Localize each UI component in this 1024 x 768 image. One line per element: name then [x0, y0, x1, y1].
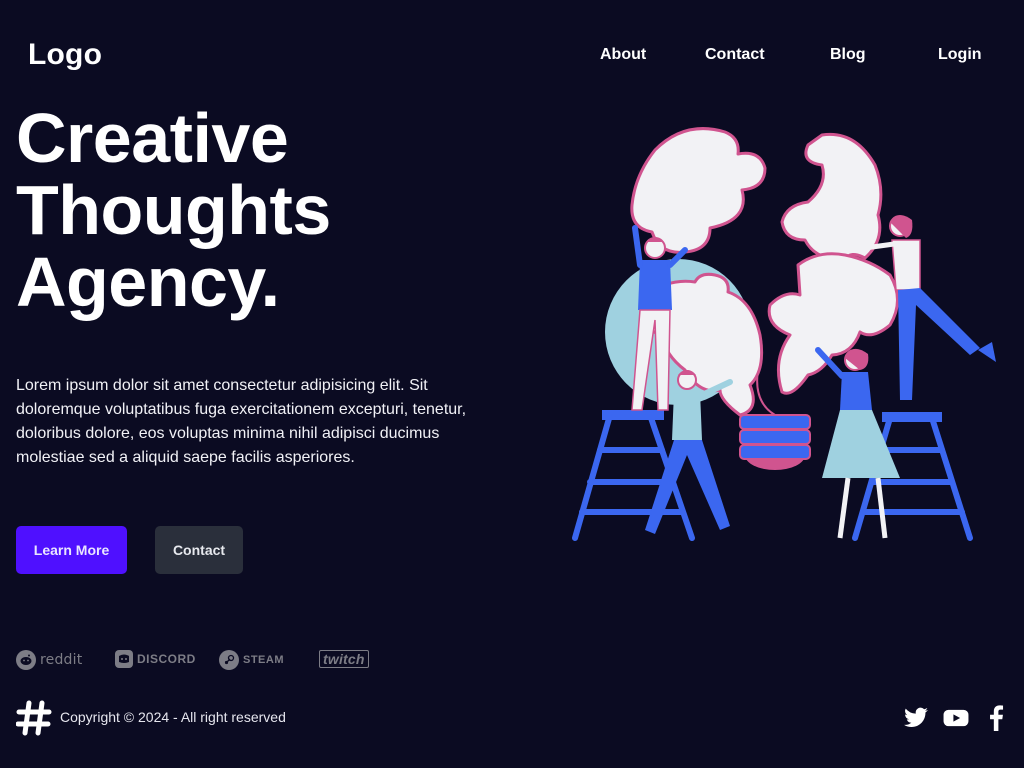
steam-icon	[219, 650, 239, 670]
nav-about[interactable]: About	[600, 46, 646, 64]
headline-line-2: Thoughts	[16, 171, 331, 249]
learn-more-button[interactable]: Learn More	[16, 526, 127, 574]
discord-wordmark: DISCORD	[137, 652, 196, 666]
hero-description: Lorem ipsum dolor sit amet consectetur a…	[16, 377, 467, 466]
nav-login[interactable]: Login	[938, 46, 982, 64]
facebook-icon[interactable]	[987, 705, 1005, 731]
puzzle-piece-top-left	[630, 127, 767, 254]
team-puzzle-illustration	[572, 127, 996, 541]
twitch-logo: twitch	[319, 650, 369, 668]
youtube-icon[interactable]	[943, 705, 969, 731]
hashtag-logo-icon[interactable]	[16, 700, 52, 736]
discord-icon	[115, 650, 133, 668]
steam-logo: STEAM	[219, 650, 284, 670]
hero-headline: Creative Thoughts Agency.	[16, 102, 331, 318]
headline-line-3: Agency.	[16, 243, 280, 321]
discord-logo: DISCORD	[115, 650, 196, 668]
reddit-wordmark: reddit	[40, 652, 83, 668]
nav-blog[interactable]: Blog	[830, 46, 866, 64]
contact-button[interactable]: Contact	[155, 526, 243, 574]
nav-contact[interactable]: Contact	[705, 46, 765, 64]
reddit-logo: reddit	[16, 650, 82, 670]
headline-line-1: Creative	[16, 99, 289, 177]
twitter-icon[interactable]	[903, 705, 929, 731]
puzzle-piece-bottom-right	[767, 252, 899, 395]
twitch-icon: twitch	[319, 650, 369, 668]
copyright-text: Copyright © 2024 - All right reserved	[60, 709, 286, 725]
reddit-icon	[16, 650, 36, 670]
puzzle-piece-top-right	[780, 132, 883, 262]
steam-wordmark: STEAM	[243, 654, 284, 666]
main-nav: About Contact Blog Login	[0, 46, 1024, 68]
